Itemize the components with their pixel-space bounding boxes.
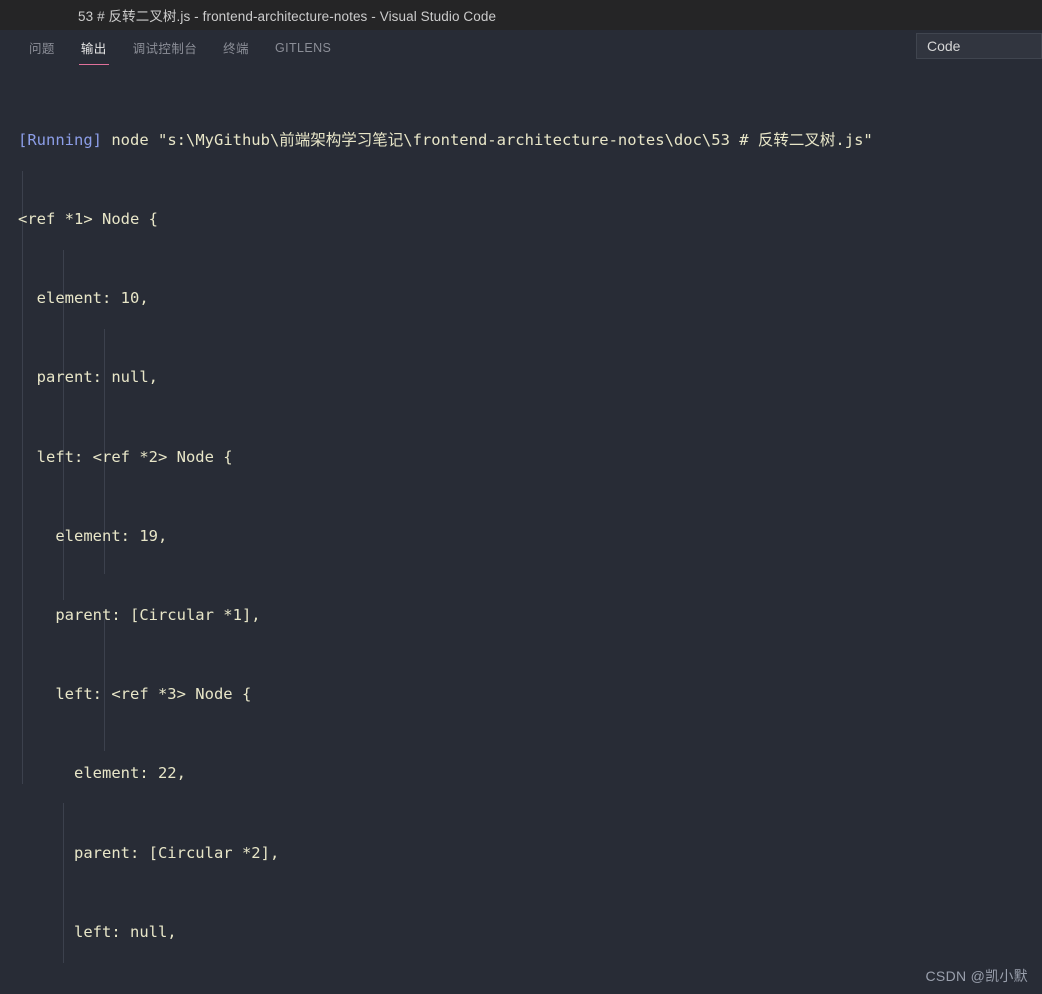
- output-line: element: 22,: [18, 764, 186, 783]
- output-console[interactable]: [Running] node "s:\MyGithub\前端架构学习笔记\fro…: [0, 65, 1042, 994]
- output-line: parent: [Circular *2],: [18, 843, 280, 862]
- output-line: <ref *1> Node {: [18, 210, 158, 229]
- tab-gitlens[interactable]: GITLENS: [262, 30, 344, 65]
- tab-terminal[interactable]: 终端: [210, 30, 262, 65]
- window-titlebar: 53 # 反转二叉树.js - frontend-architecture-no…: [0, 0, 1042, 30]
- tab-output[interactable]: 输出: [68, 30, 120, 65]
- window-title: 53 # 反转二叉树.js - frontend-architecture-no…: [78, 9, 497, 24]
- output-line: left: <ref *3> Node {: [18, 685, 252, 704]
- output-line: parent: null,: [18, 368, 158, 387]
- panel-tabs: 问题 输出 调试控制台 终端 GITLENS: [16, 30, 344, 65]
- panel-tab-bar: 问题 输出 调试控制台 终端 GITLENS Code: [0, 30, 1042, 65]
- output-line-running: [Running] node "s:\MyGithub\前端架构学习笔记\fro…: [18, 127, 1042, 153]
- output-line: element: 10,: [18, 289, 149, 308]
- output-channel-value: Code: [927, 38, 961, 54]
- running-tag: [Running]: [18, 130, 102, 149]
- output-line: left: <ref *2> Node {: [18, 447, 233, 466]
- running-command: node "s:\MyGithub\前端架构学习笔记\frontend-arch…: [102, 130, 873, 149]
- tab-debug-console-label: 调试控制台: [132, 42, 198, 56]
- tab-problems[interactable]: 问题: [16, 30, 68, 65]
- csdn-watermark: CSDN @凯小默: [925, 968, 1028, 984]
- tab-debug-console[interactable]: 调试控制台: [120, 30, 211, 65]
- tab-output-label: 输出: [80, 42, 107, 56]
- tab-problems-label: 问题: [29, 42, 55, 56]
- output-text: [Running] node "s:\MyGithub\前端架构学习笔记\fro…: [0, 74, 1042, 994]
- tab-gitlens-label: GITLENS: [274, 40, 332, 55]
- output-channel-select[interactable]: Code: [916, 33, 1042, 59]
- output-line: parent: [Circular *1],: [18, 606, 261, 625]
- panel-toolbar: Code: [916, 33, 1042, 59]
- tab-terminal-label: 终端: [223, 42, 249, 56]
- output-line: left: null,: [18, 922, 177, 941]
- output-line: element: 19,: [18, 526, 168, 545]
